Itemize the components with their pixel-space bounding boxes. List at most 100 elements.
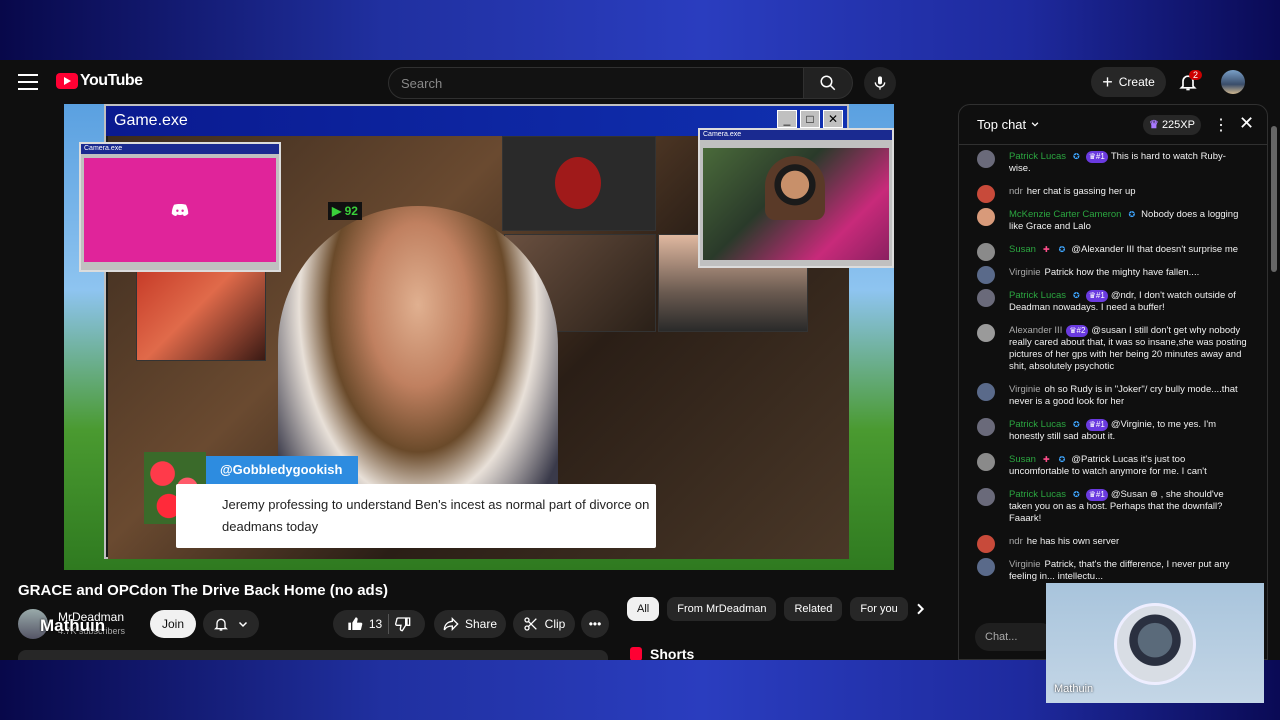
crown-icon: ♛ — [1149, 119, 1159, 131]
share-button[interactable]: Share — [434, 610, 506, 638]
rank-label: #1 — [1095, 291, 1105, 300]
close-icon[interactable]: ✕ — [1239, 113, 1254, 134]
chip-from-channel[interactable]: From MrDeadman — [667, 597, 777, 621]
chat-mode-dropdown[interactable]: Top chat — [977, 117, 1040, 132]
chat-author[interactable]: Virginie — [1009, 559, 1041, 570]
create-label: Create — [1118, 75, 1155, 89]
avatar[interactable] — [977, 535, 995, 553]
avatar[interactable] — [977, 324, 995, 342]
chat-author[interactable]: Alexander III — [1009, 325, 1062, 336]
avatar[interactable] — [977, 266, 995, 284]
chat-author[interactable]: Patrick Lucas — [1009, 151, 1066, 162]
chat-text: @Patrick Lucas it's just too uncomfortab… — [1009, 454, 1207, 477]
thumbs-down-icon[interactable] — [395, 616, 411, 632]
chat-message[interactable]: Patrick Lucas ✪ ♛#1 This is hard to watch R… — [959, 149, 1259, 177]
chip-for-you[interactable]: For you — [850, 597, 908, 621]
chat-message[interactable]: Alexander III ♛#2 @susan I still don't get… — [959, 323, 1259, 375]
chat-message[interactable]: Patrick Lucas ✪ ♛#1 @Virginie, to me yes. I… — [959, 417, 1259, 445]
chat-header: Top chat ♛ 225XP ⋮ ✕ — [959, 105, 1267, 145]
chip-related[interactable]: Related — [784, 597, 843, 621]
more-vertical-icon[interactable]: ⋮ — [1213, 115, 1229, 135]
avatar[interactable] — [977, 150, 995, 168]
chat-message[interactable]: Susan ✚ ✪ @Patrick Lucas it's just too unco… — [959, 452, 1259, 480]
chat-message[interactable]: Virginie Patrick, that's the difference, … — [959, 557, 1259, 585]
divider — [388, 614, 390, 634]
chat-mode-label: Top chat — [977, 117, 1027, 132]
window-controls: _ □ ✕ — [777, 110, 843, 128]
viewer-badge: ▶ 92 — [328, 202, 362, 220]
chat-message[interactable]: Susan ✚ ✪ @Alexander III that doesn't surpr… — [959, 242, 1259, 261]
clip-button[interactable]: Clip — [513, 610, 575, 638]
chat-text: @Alexander III that doesn't surprise me — [1071, 244, 1239, 255]
chat-author[interactable]: ndr — [1009, 536, 1023, 547]
chat-author[interactable]: Patrick Lucas — [1009, 489, 1066, 500]
voice-search-button[interactable] — [864, 67, 896, 99]
like-count[interactable]: 13 — [369, 617, 382, 631]
chat-author[interactable]: Patrick Lucas — [1009, 419, 1066, 430]
search-button[interactable] — [803, 67, 853, 99]
rank-badge: ♛#1 — [1085, 489, 1108, 501]
join-button[interactable]: Join — [150, 610, 196, 638]
webcam-name: Mathuin — [1054, 683, 1094, 695]
chat-message[interactable]: Patrick Lucas ✪ ♛#1 @Susan ⊛ , she should'v… — [959, 487, 1259, 527]
avatar[interactable] — [977, 383, 995, 401]
chat-author[interactable]: Susan — [1009, 454, 1036, 465]
chevron-down-icon — [1031, 122, 1039, 127]
page-scrollbar[interactable] — [1270, 120, 1278, 660]
menu-icon[interactable] — [18, 74, 38, 90]
chat-message[interactable]: ndr he has his own server — [959, 534, 1259, 553]
avatar[interactable] — [977, 243, 995, 261]
camera-window-title: Camera.exe — [700, 130, 892, 140]
avatar[interactable] — [977, 488, 995, 506]
video-tile — [502, 136, 656, 231]
chat-message[interactable]: McKenzie Carter Cameron ✪ Nobody does a lo… — [959, 207, 1259, 235]
search-input[interactable] — [389, 68, 803, 99]
chat-author[interactable]: Patrick Lucas — [1009, 290, 1066, 301]
rank-label: #1 — [1095, 152, 1105, 161]
chat-message[interactable]: ndr her chat is gassing her up — [959, 184, 1259, 203]
chat-input[interactable]: Chat... — [975, 623, 1055, 651]
person-figure — [765, 156, 825, 220]
account-avatar[interactable] — [1221, 70, 1245, 94]
rank-label: #1 — [1095, 490, 1105, 499]
avatar[interactable] — [977, 289, 995, 307]
member-badge-icon: ✪ — [1073, 490, 1080, 499]
avatar[interactable] — [977, 185, 995, 203]
avatar[interactable] — [977, 208, 995, 226]
subscribe-notification-button[interactable] — [203, 610, 259, 638]
viewer-count: 92 — [344, 204, 358, 218]
scrollbar-thumb[interactable] — [1271, 126, 1277, 272]
avatar[interactable] — [977, 558, 995, 576]
avatar[interactable] — [977, 453, 995, 471]
chat-author[interactable]: Susan — [1009, 244, 1036, 255]
chat-author[interactable]: Virginie — [1009, 384, 1041, 395]
description-box[interactable] — [18, 650, 608, 660]
chip-all[interactable]: All — [627, 597, 660, 621]
chat-message[interactable]: Virginie oh so Rudy is in "Joker"/ cry bu… — [959, 382, 1259, 410]
chevron-down-icon — [238, 621, 248, 628]
chat-message[interactable]: Patrick Lucas ✪ ♛#1 @ndr, I don't watch out… — [959, 288, 1259, 316]
video-player[interactable]: Game.exe _ □ ✕ ▶ 92 Camera.exe Camera.ex… — [64, 104, 894, 570]
chat-author[interactable]: Virginie — [1009, 267, 1041, 278]
chat-author[interactable]: ndr — [1009, 186, 1023, 197]
thumbs-up-icon[interactable] — [347, 616, 363, 632]
scissors-icon — [523, 617, 537, 631]
chat-author[interactable]: McKenzie Carter Cameron — [1009, 209, 1121, 220]
discord-icon — [171, 204, 189, 216]
video-title: GRACE and OPCdon The Drive Back Home (no… — [18, 582, 389, 599]
logo-text: YouTube — [80, 72, 143, 89]
xp-badge[interactable]: ♛ 225XP — [1143, 115, 1201, 135]
search-box[interactable] — [388, 67, 804, 99]
youtube-logo[interactable]: YouTube — [56, 72, 143, 90]
chevron-right-icon[interactable] — [912, 601, 928, 617]
more-actions-button[interactable]: ••• — [581, 610, 609, 638]
webcam-overlay: Mathuin — [1046, 583, 1264, 703]
rank-badge: ♛#1 — [1085, 151, 1108, 163]
overlay-caption: Mathuin — [40, 616, 106, 635]
xp-label: 225XP — [1161, 119, 1195, 131]
chat-message[interactable]: Virginie Patrick how the mighty have fall… — [959, 265, 1259, 284]
chat-text: Patrick, that's the difference, I never … — [1009, 559, 1230, 582]
avatar[interactable] — [977, 418, 995, 436]
recommendation-chips: All From MrDeadman Related For you — [627, 597, 908, 621]
create-button[interactable]: + Create — [1091, 67, 1166, 97]
